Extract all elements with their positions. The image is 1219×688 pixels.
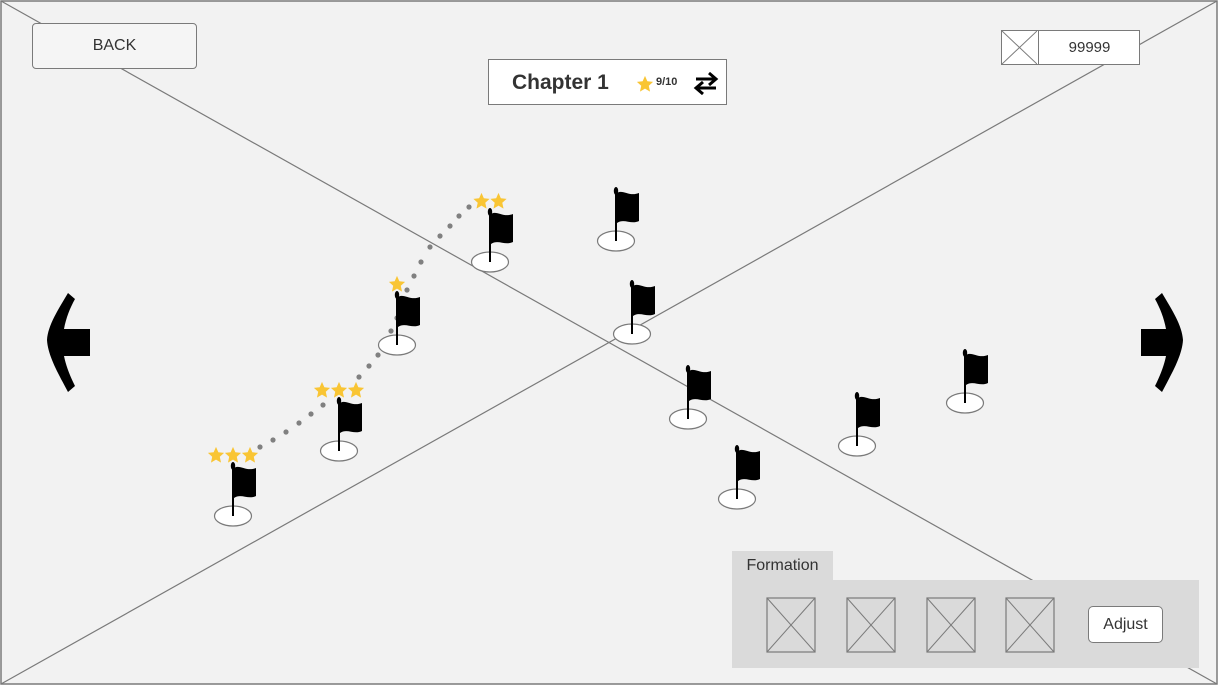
image-placeholder-icon xyxy=(1002,31,1037,64)
chapter-header: Chapter 1 9/10 xyxy=(488,59,727,105)
chapter-star-count: 9/10 xyxy=(656,76,678,88)
currency-value: 99999 xyxy=(1038,31,1140,64)
currency-display: 99999 xyxy=(1001,30,1140,65)
swap-arrows-icon[interactable] xyxy=(693,71,719,95)
back-button[interactable]: BACK xyxy=(32,23,197,69)
star-icon xyxy=(636,75,654,92)
chapter-map-screen: BACK Chapter 1 9/10 99999 Formation Adju… xyxy=(0,0,1219,688)
formation-tab[interactable]: Formation xyxy=(732,551,833,581)
chapter-title: Chapter 1 xyxy=(512,71,609,94)
adjust-button[interactable]: Adjust xyxy=(1088,606,1163,643)
